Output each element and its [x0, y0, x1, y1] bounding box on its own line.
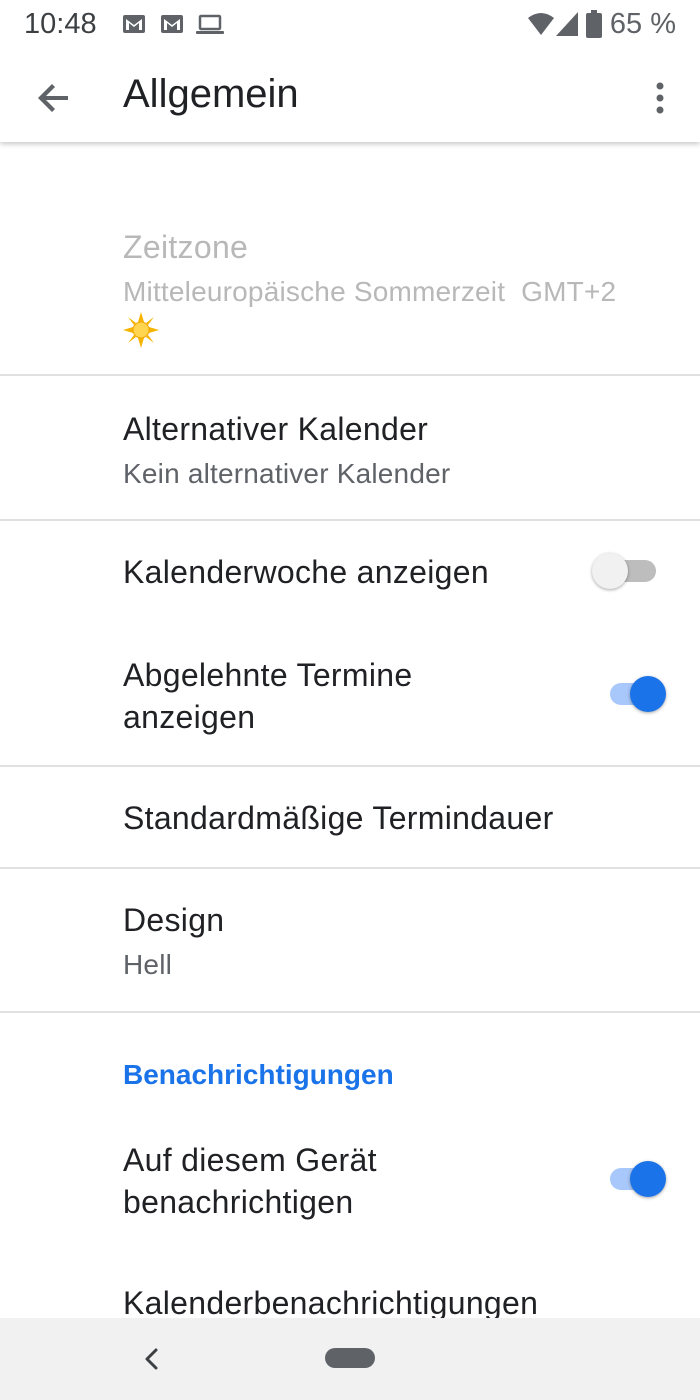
timezone-title: Zeitzone	[123, 229, 249, 265]
setting-declined-events[interactable]: Abgelehnte Termine anzeigen	[0, 622, 700, 764]
setting-timezone[interactable]: Zeitzone Mitteleuropäische Sommerzeit GM…	[0, 212, 700, 372]
setting-week-number[interactable]: Kalenderwoche anzeigen	[0, 521, 700, 621]
setting-calendar-notifications[interactable]: Kalenderbenachrichtigungen	[0, 1262, 700, 1318]
battery-percent: 65 %	[609, 8, 676, 40]
status-time: 10:48	[24, 8, 97, 40]
arrow-back-icon[interactable]	[30, 74, 78, 122]
cell-signal-icon	[556, 12, 578, 36]
theme-value: Hell	[123, 949, 173, 980]
settings-list[interactable]: beibehalten Zeitzone Mitteleuropäische S…	[0, 142, 700, 1318]
week-number-toggle[interactable]	[592, 551, 660, 591]
nav-back-icon[interactable]	[140, 1344, 164, 1374]
timezone-value: Mitteleuropäische Sommerzeit GMT+2	[123, 276, 617, 307]
clipped-setting-label: beibehalten	[123, 142, 288, 147]
toggle-knob	[592, 553, 628, 589]
declined-events-toggle[interactable]	[606, 674, 666, 714]
system-nav-bar	[0, 1318, 700, 1400]
setting-default-duration[interactable]: Standardmäßige Termindauer	[0, 767, 700, 867]
laptop-icon	[196, 14, 224, 34]
status-bar: 10:48 65 %	[0, 0, 700, 52]
battery-icon	[586, 10, 602, 38]
nav-home-pill[interactable]	[325, 1348, 375, 1368]
toggle-knob	[630, 1161, 666, 1197]
sun-emoji-icon	[123, 312, 159, 348]
setting-theme[interactable]: Design Hell	[0, 869, 700, 1011]
declined-events-title-line1: Abgelehnte Termine	[123, 657, 413, 693]
gmail-icon	[123, 15, 145, 33]
setting-alternative-calendar[interactable]: Alternativer Kalender Kein alternativer …	[0, 376, 700, 519]
week-number-title: Kalenderwoche anzeigen	[123, 554, 489, 590]
gmail-icon	[161, 15, 183, 33]
notify-device-title-line1: Auf diesem Gerät	[123, 1142, 377, 1178]
page-title: Allgemein	[123, 72, 299, 116]
alt-calendar-title: Alternativer Kalender	[123, 411, 429, 447]
notify-device-title-line2: benachrichtigen	[123, 1184, 354, 1220]
theme-title: Design	[123, 902, 225, 938]
toggle-knob	[630, 676, 666, 712]
calendar-notifications-title: Kalenderbenachrichtigungen	[123, 1285, 539, 1318]
wifi-icon	[528, 13, 554, 35]
section-header-notifications: Benachrichtigungen	[123, 1059, 394, 1090]
divider	[0, 1011, 700, 1013]
setting-notify-on-device[interactable]: Auf diesem Gerät benachrichtigen	[0, 1117, 700, 1259]
default-duration-title: Standardmäßige Termindauer	[123, 800, 554, 836]
declined-events-title-line2: anzeigen	[123, 699, 256, 735]
app-bar: Allgemein	[0, 52, 700, 142]
notify-device-toggle[interactable]	[606, 1159, 666, 1199]
more-vert-icon[interactable]	[642, 74, 678, 122]
alt-calendar-value: Kein alternativer Kalender	[123, 458, 451, 489]
